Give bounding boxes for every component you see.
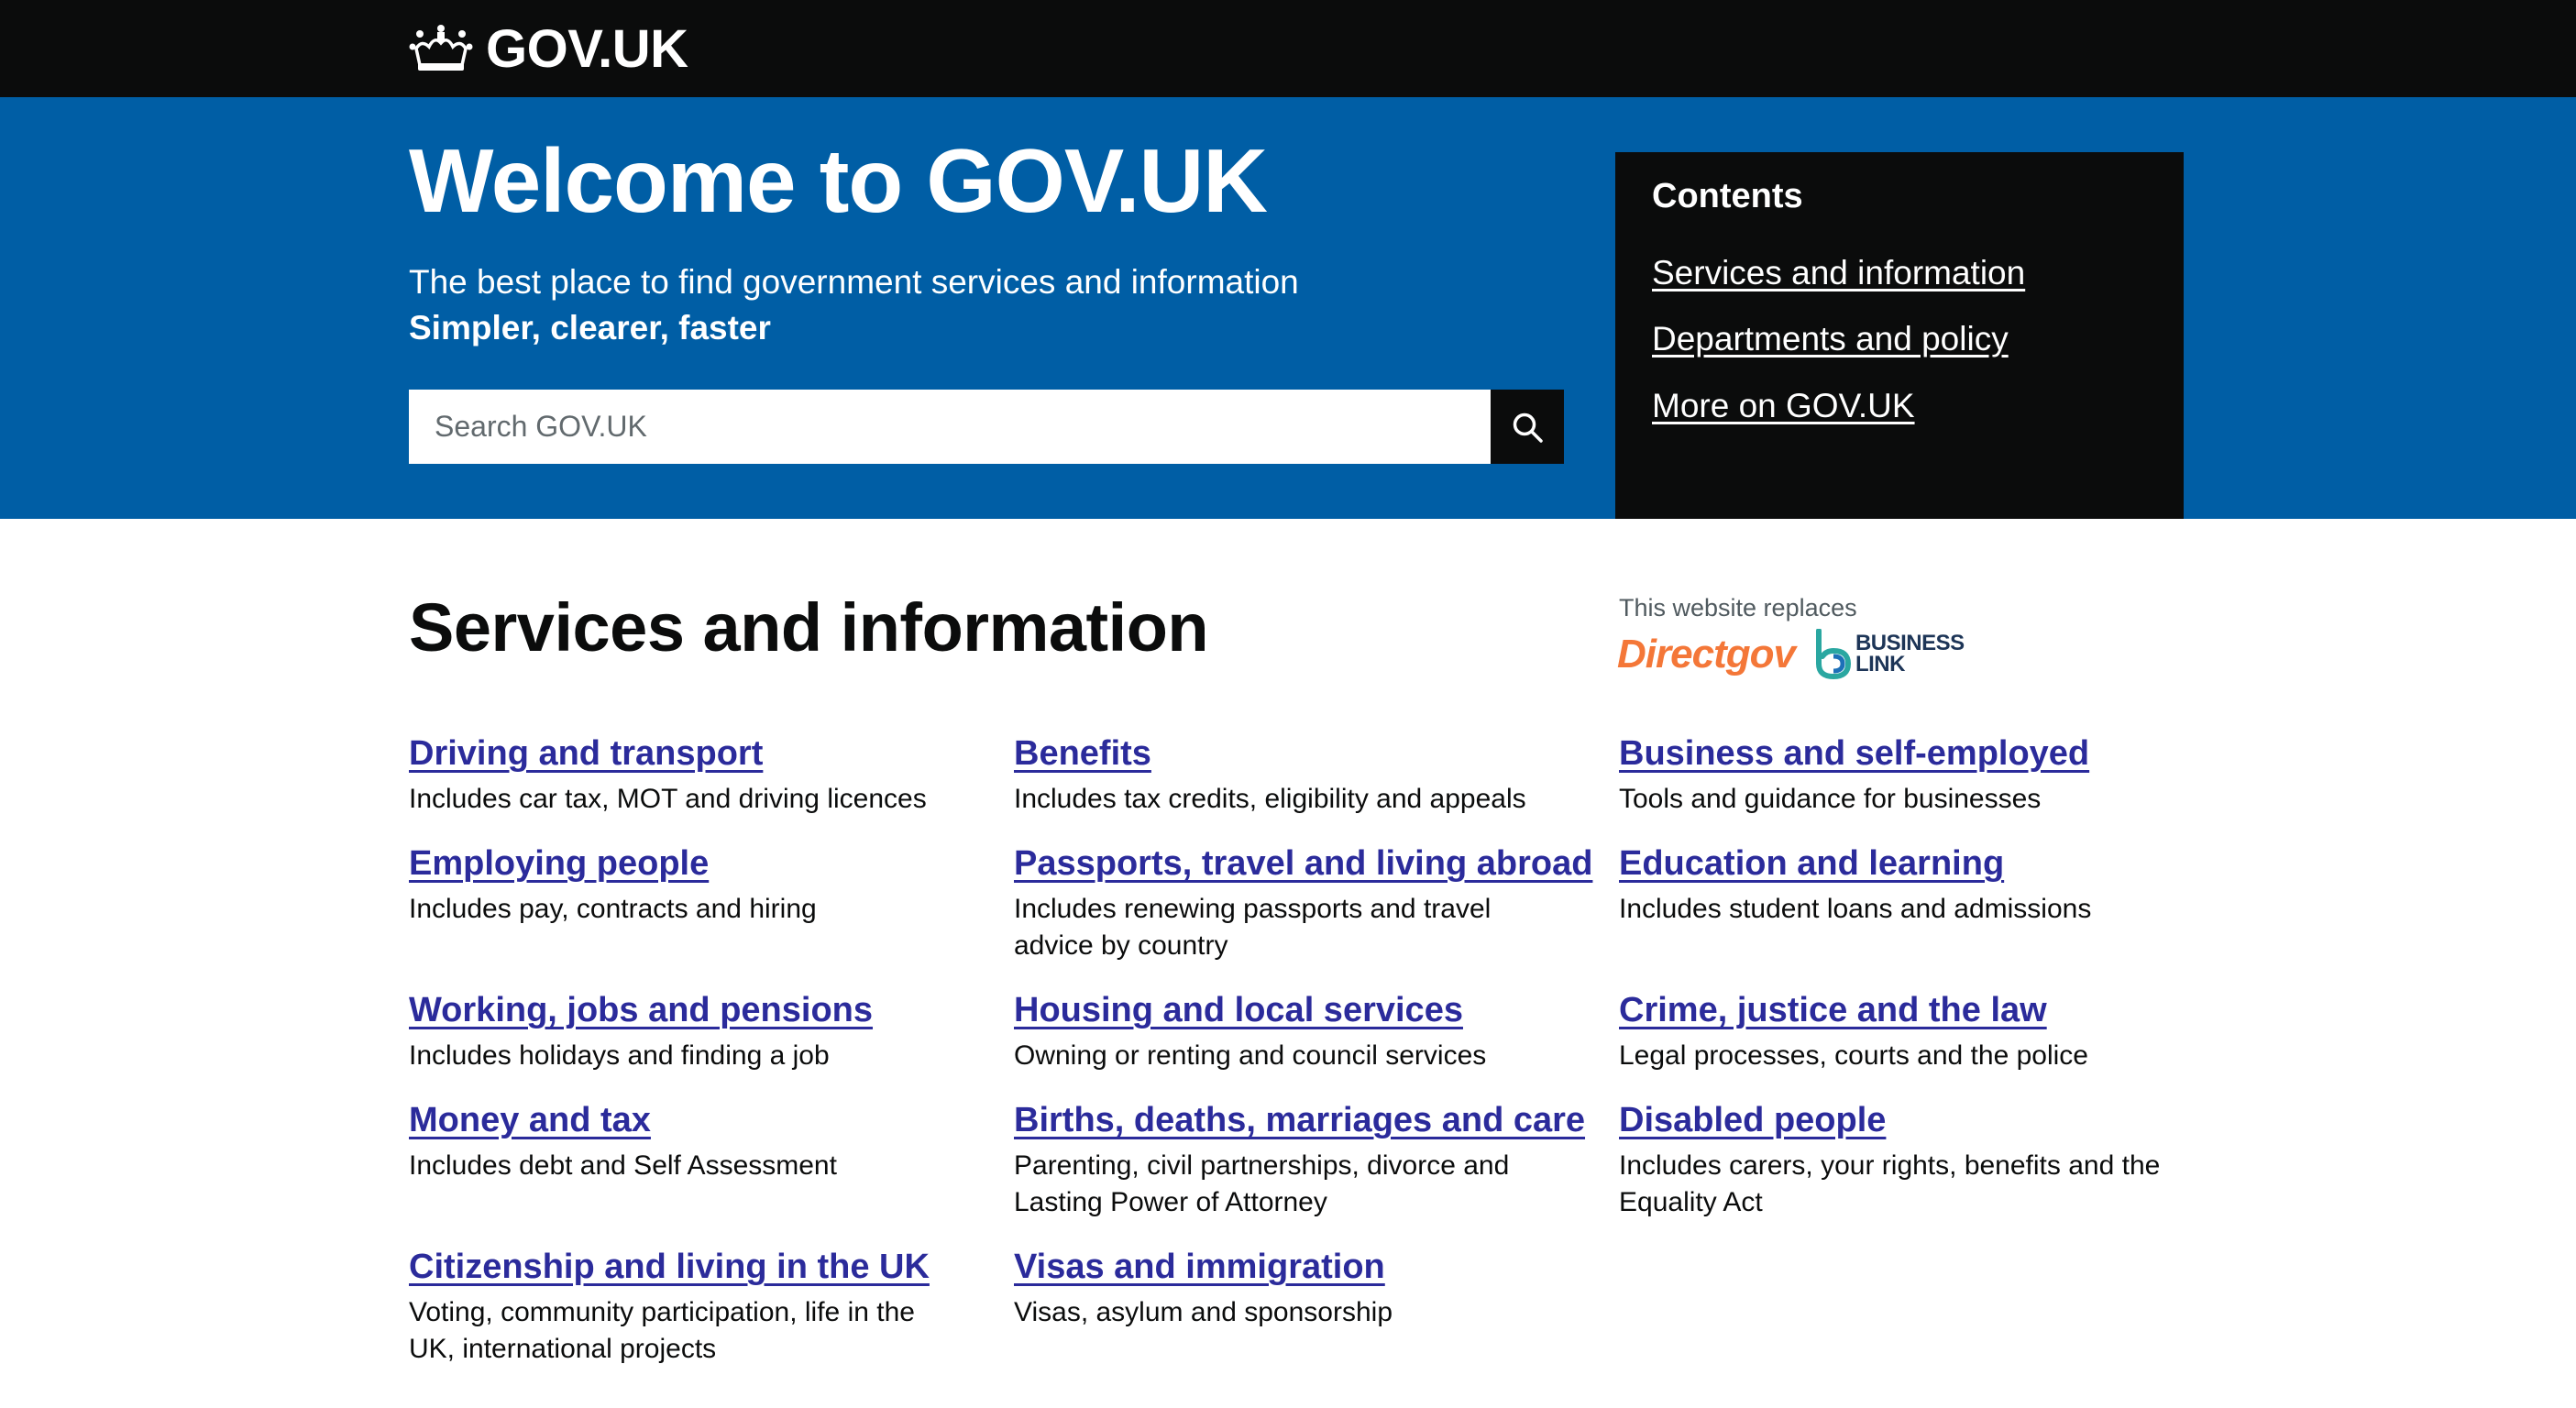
service-description: Legal processes, courts and the police [1619, 1040, 2088, 1071]
service-link-passports[interactable]: Passports, travel and living abroad [1014, 843, 1592, 886]
service-link-business[interactable]: Business and self-employed [1619, 733, 2089, 776]
list-item: Citizenship and living in the UK Voting,… [409, 1247, 1014, 1393]
service-link-visas[interactable]: Visas and immigration [1014, 1247, 1385, 1289]
list-item: Visas and immigration Visas, asylum and … [1014, 1247, 1619, 1393]
service-link-working[interactable]: Working, jobs and pensions [409, 990, 873, 1032]
service-link-citizenship[interactable]: Citizenship and living in the UK [409, 1247, 930, 1289]
business-link-line2: LINK [1855, 652, 1906, 676]
list-item: Working, jobs and pensions Includes holi… [409, 990, 1014, 1100]
service-link-money[interactable]: Money and tax [409, 1100, 651, 1142]
list-item: Disabled people Includes carers, your ri… [1619, 1100, 2187, 1247]
service-link-benefits[interactable]: Benefits [1014, 733, 1151, 776]
hero-subtitle: The best place to find government servic… [409, 263, 1299, 301]
list-item: Education and learning Includes student … [1619, 843, 2187, 990]
business-link-logo: BUSINESS LINK [1813, 629, 1965, 680]
contents-link-more[interactable]: More on GOV.UK [1652, 386, 2147, 426]
list-item: Money and tax Includes debt and Self Ass… [409, 1100, 1014, 1247]
logo-text: GOV.UK [486, 18, 688, 79]
service-link-disabled[interactable]: Disabled people [1619, 1100, 1886, 1142]
service-description: Includes carers, your rights, benefits a… [1619, 1150, 2161, 1217]
contents-link-departments[interactable]: Departments and policy [1652, 319, 2147, 359]
govuk-home-link[interactable]: GOV.UK [409, 16, 688, 81]
contents-title: Contents [1652, 177, 1803, 215]
crown-icon [409, 25, 473, 71]
service-description: Visas, asylum and sponsorship [1014, 1296, 1393, 1327]
service-link-housing[interactable]: Housing and local services [1014, 990, 1463, 1032]
hero-tagline: Simpler, clearer, faster [409, 309, 771, 346]
search-form [409, 390, 1564, 464]
service-description: Owning or renting and council services [1014, 1040, 1487, 1071]
service-link-education[interactable]: Education and learning [1619, 843, 2004, 886]
service-link-crime[interactable]: Crime, justice and the law [1619, 990, 2047, 1032]
top-header: GOV.UK [0, 0, 2576, 97]
service-link-births[interactable]: Births, deaths, marriages and care [1014, 1100, 1585, 1142]
service-link-driving[interactable]: Driving and transport [409, 733, 763, 776]
contents-link-services[interactable]: Services and information [1652, 253, 2147, 293]
service-description: Includes car tax, MOT and driving licenc… [409, 783, 927, 814]
search-icon [1513, 412, 1543, 443]
list-item: Births, deaths, marriages and care Paren… [1014, 1100, 1619, 1247]
service-description: Includes pay, contracts and hiring [409, 893, 817, 924]
list-item: Employing people Includes pay, contracts… [409, 843, 1014, 990]
replaced-sites-logos: Directgov BUSINESS LINK [1617, 629, 1965, 680]
services-grid: Driving and transport Includes car tax, … [409, 733, 2187, 1393]
page-title: Welcome to GOV.UK [409, 130, 1268, 231]
section-title: Services and information [409, 589, 1209, 666]
service-link-employing[interactable]: Employing people [409, 843, 709, 886]
contents-panel: Contents Services and information Depart… [1615, 152, 2184, 519]
service-description: Includes tax credits, eligibility and ap… [1014, 783, 1526, 814]
list-item: Crime, justice and the law Legal process… [1619, 990, 2187, 1100]
search-button[interactable] [1491, 390, 1564, 464]
service-description: Includes holidays and finding a job [409, 1040, 830, 1071]
replaces-label: This website replaces [1619, 594, 1857, 622]
service-description: Tools and guidance for businesses [1619, 783, 2042, 814]
service-description: Includes renewing passports and travel a… [1014, 893, 1492, 961]
service-description: Voting, community participation, life in… [409, 1296, 915, 1364]
list-item: Benefits Includes tax credits, eligibili… [1014, 733, 1619, 843]
directgov-logo: Directgov [1617, 632, 1796, 676]
business-link-icon [1815, 629, 1851, 680]
search-input[interactable] [409, 390, 1491, 464]
list-item: Housing and local services Owning or ren… [1014, 990, 1619, 1100]
service-description: Includes debt and Self Assessment [409, 1150, 837, 1181]
list-item: Driving and transport Includes car tax, … [409, 733, 1014, 843]
service-description: Parenting, civil partnerships, divorce a… [1014, 1150, 1510, 1217]
list-item: Passports, travel and living abroad Incl… [1014, 843, 1619, 990]
service-description: Includes student loans and admissions [1619, 893, 2092, 924]
list-item: Business and self-employed Tools and gui… [1619, 733, 2187, 843]
